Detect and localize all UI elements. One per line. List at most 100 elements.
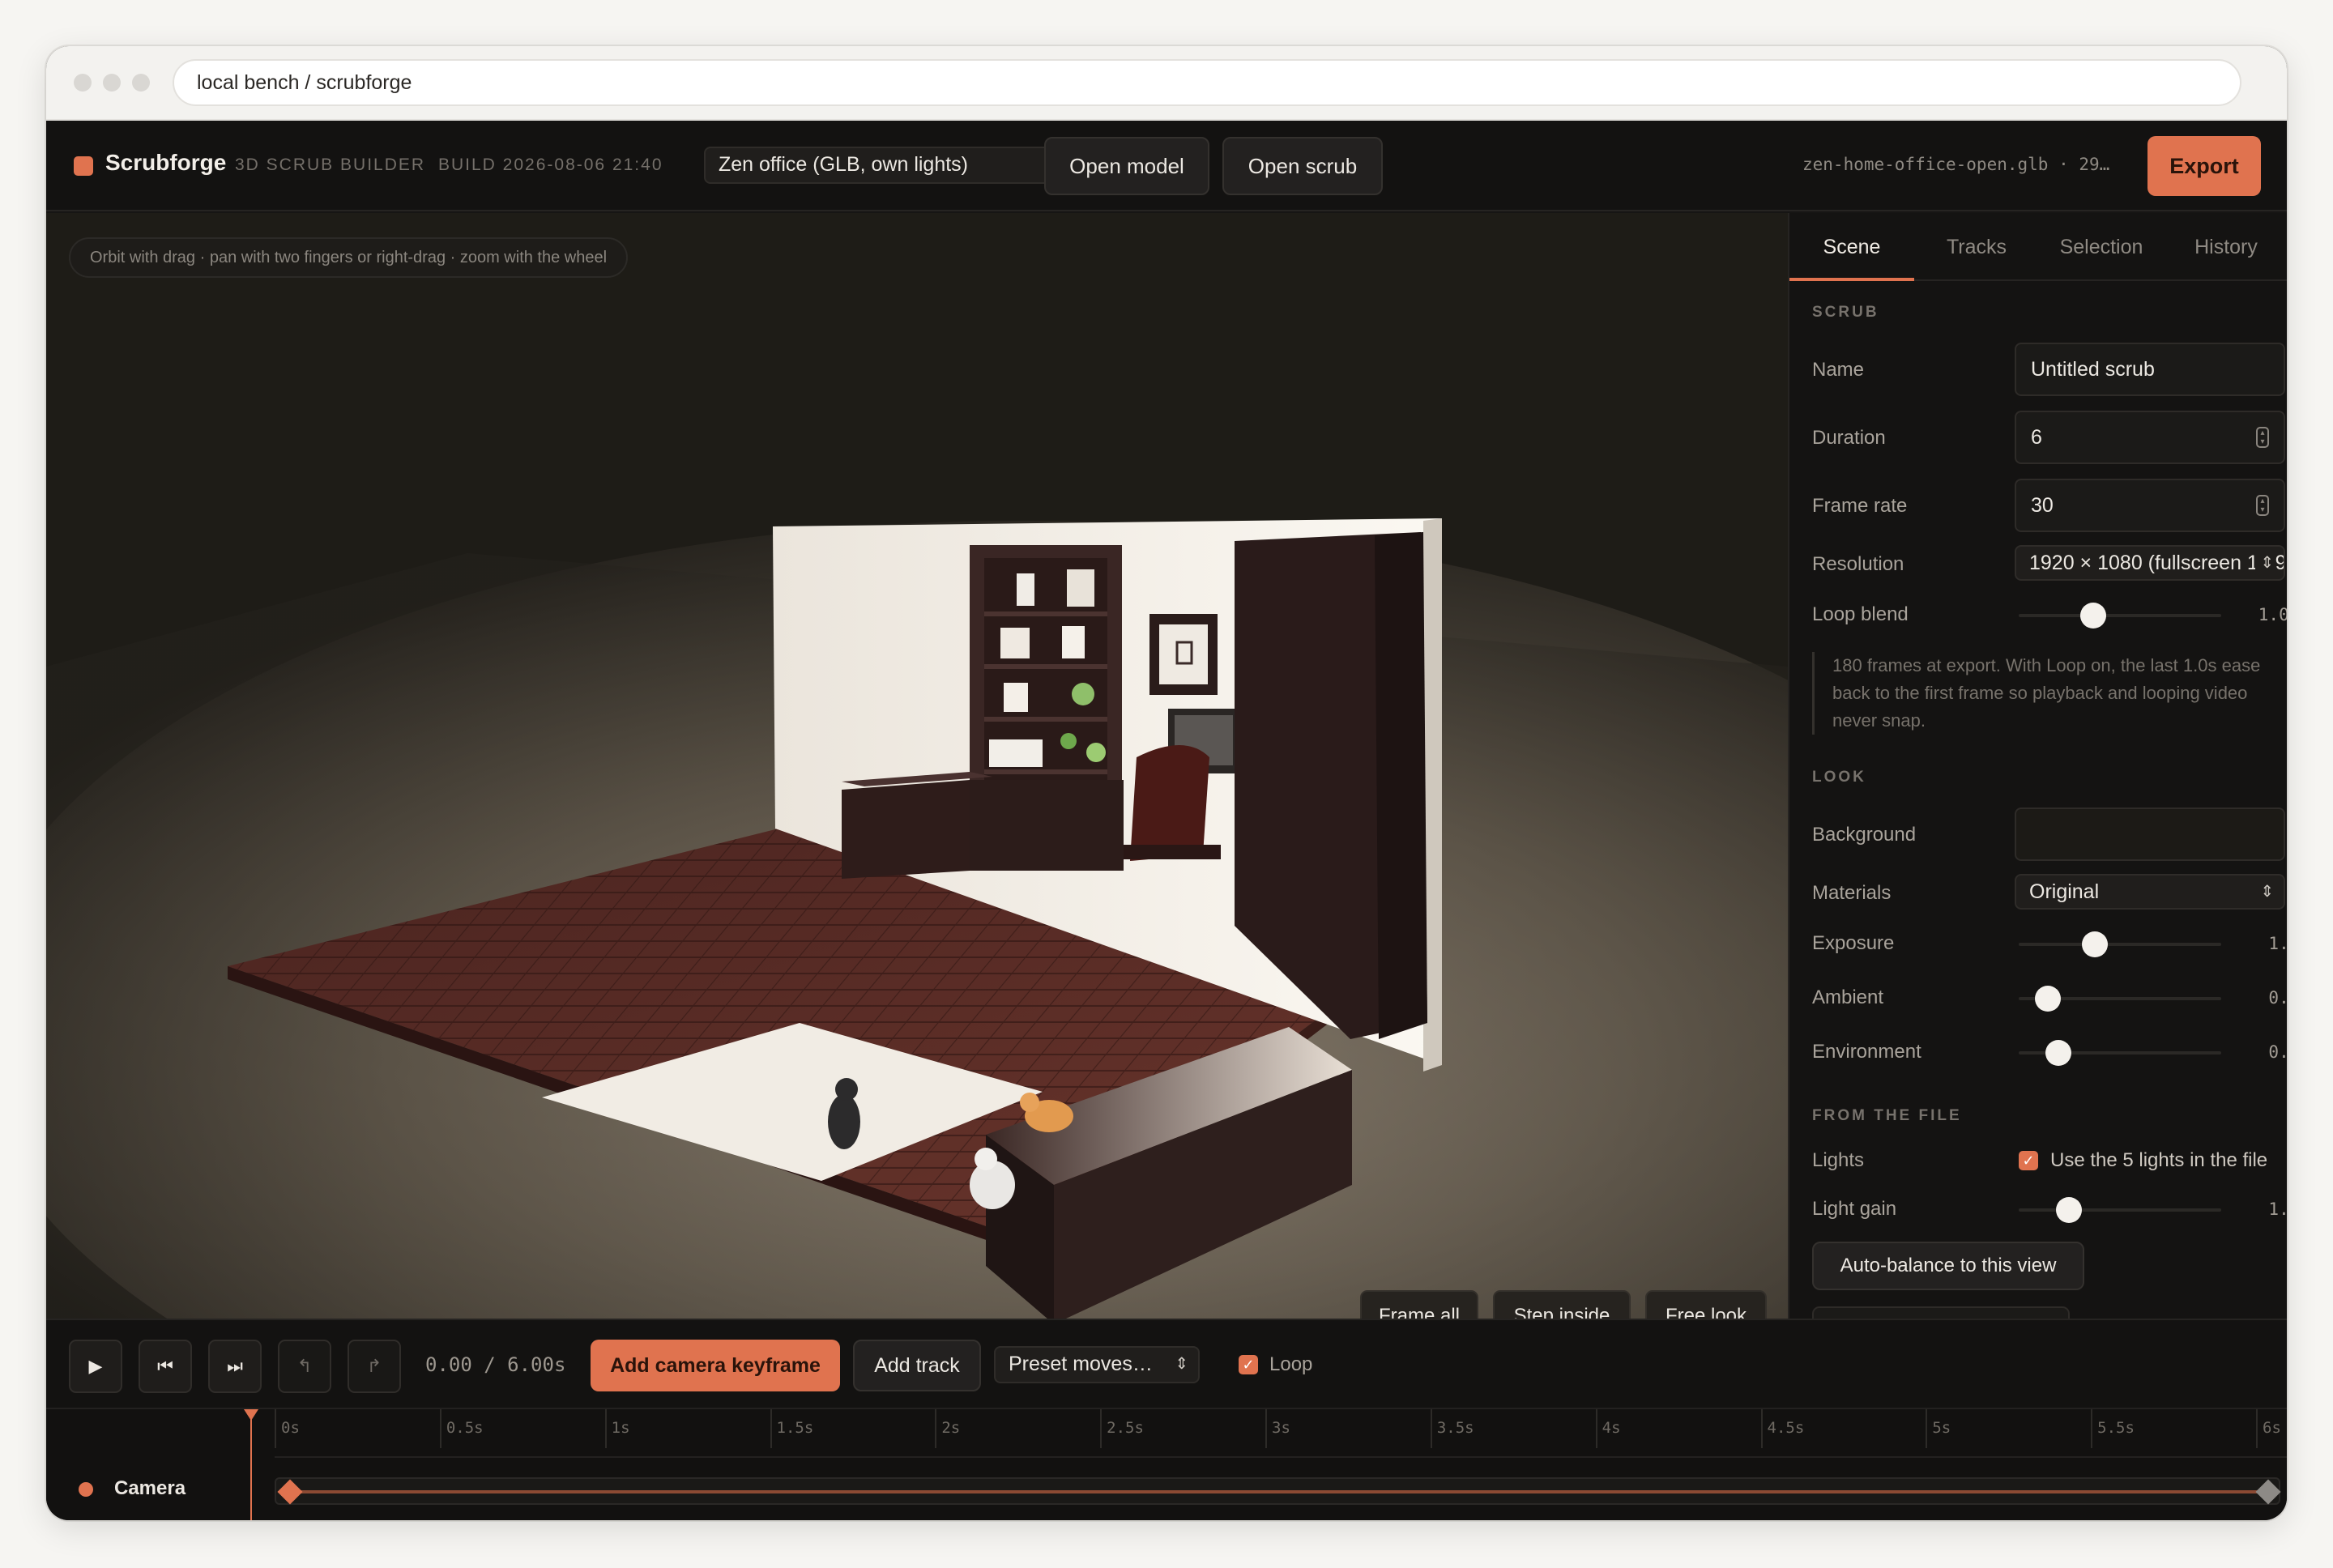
inspector-panel: Scene Tracks Selection History SCRUB Nam… [1788, 213, 2287, 1319]
browser-window: local bench / scrubforge Scrubforge 3D S… [46, 46, 2287, 1520]
app-header: Scrubforge 3D SCRUB BUILDER BUILD 2026-0… [46, 121, 2287, 211]
playhead-handle[interactable] [244, 1409, 258, 1421]
exposure-value: 1.15 [2268, 934, 2287, 953]
panel-tabs: Scene Tracks Selection History [1789, 213, 2287, 281]
ruler-tick: 4.5s [1760, 1409, 1804, 1448]
slider-thumb[interactable] [2082, 931, 2109, 957]
open-model-button[interactable]: Open model [1044, 137, 1209, 195]
stepper-icon[interactable]: ▴ ▾ [2256, 495, 2269, 516]
model-select-value: Zen office (GLB, own lights) [719, 153, 969, 176]
skip-start-icon[interactable]: ⏮ [139, 1340, 192, 1393]
frame-all-button[interactable]: Frame all [1360, 1290, 1478, 1319]
ambient-slider[interactable] [2019, 986, 2221, 1012]
materials-value: Original [2029, 880, 2100, 903]
app-name: Scrubforge [105, 150, 227, 175]
lights-checkbox-label: Use the 5 lights in the file [2050, 1149, 2268, 1171]
build-label: BUILD 2026-08-06 21:40 [438, 156, 663, 174]
duration-input[interactable]: 6 ▴ ▾ [2015, 411, 2285, 464]
select-chevron-icon: ⇕ [2260, 883, 2274, 901]
slider-thumb[interactable] [2055, 1197, 2082, 1223]
section-scrub: SCRUB [1812, 304, 1879, 321]
ruler-tick: 6s [2256, 1409, 2281, 1448]
ruler-tick: 3.5s [1430, 1409, 1474, 1448]
tab-scene[interactable]: Scene [1789, 213, 1914, 281]
playhead[interactable] [250, 1409, 252, 1520]
slider-thumb[interactable] [2034, 986, 2061, 1012]
transport-bar: ▶ ⏮ ⏭ ↰ ↱ 0.00 / 6.00s Add camera keyfra… [46, 1319, 2287, 1408]
tab-history[interactable]: History [2164, 213, 2287, 281]
model-select[interactable]: Zen office (GLB, own lights) ⇕ [704, 147, 1077, 184]
loopblend-slider[interactable] [2019, 603, 2221, 628]
stepper-icon[interactable]: ▴ ▾ [2256, 427, 2269, 448]
preset-moves-select[interactable]: Preset moves… ⇕ [994, 1346, 1200, 1383]
scene-render [46, 213, 1788, 1319]
exposure-slider[interactable] [2019, 931, 2221, 957]
keyframe-diamond[interactable] [277, 1479, 303, 1505]
window-close-dot[interactable] [74, 74, 92, 92]
add-track-button[interactable]: Add track [853, 1340, 981, 1391]
open-scrub-button[interactable]: Open scrub [1222, 137, 1383, 195]
background-label: Background [1812, 824, 1917, 846]
section-look: LOOK [1812, 769, 1866, 786]
address-bar[interactable]: local bench / scrubforge [173, 59, 2241, 106]
lights-checkbox[interactable]: ✓ [2019, 1151, 2038, 1170]
skip-end-icon[interactable]: ⏭ [208, 1340, 262, 1393]
background-color-swatch[interactable] [2015, 807, 2285, 861]
ambient-value: 0.08 [2268, 988, 2287, 1008]
3d-viewport[interactable]: Orbit with drag · pan with two fingers o… [46, 213, 1788, 1319]
ruler-tick: 0.5s [439, 1409, 484, 1448]
light-gain-value: 1.00 [2268, 1199, 2287, 1219]
export-button[interactable]: Export [2147, 136, 2261, 196]
framerate-input[interactable]: 30 ▴ ▾ [2015, 479, 2285, 532]
timeline[interactable]: 0s 0.5s 1s 1.5s 2s 2.5s 3s 3.5s 4s 4.5s 5s 5.5s 6s C… [46, 1408, 2287, 1520]
window-maximize-dot[interactable] [132, 74, 150, 92]
redo-icon[interactable]: ↱ [348, 1340, 401, 1393]
name-input[interactable]: Untitled scrub [2015, 343, 2285, 396]
play-icon[interactable]: ▶ [69, 1340, 122, 1393]
ruler-tick: 1s [604, 1409, 630, 1448]
loopblend-label: Loop blend [1812, 603, 1909, 625]
track-color-dot [79, 1482, 93, 1497]
loop-checkbox[interactable]: ✓ [1239, 1355, 1258, 1374]
duration-label: Duration [1812, 427, 1886, 449]
ruler-tick: 2s [935, 1409, 960, 1448]
slider-thumb[interactable] [2045, 1040, 2071, 1066]
viewport-hint: Orbit with drag · pan with two fingers o… [69, 237, 629, 278]
lights-label: Lights [1812, 1149, 1865, 1171]
undo-icon[interactable]: ↰ [278, 1340, 331, 1393]
materials-label: Materials [1812, 882, 1892, 904]
free-look-button[interactable]: Free look [1645, 1290, 1767, 1319]
add-camera-keyframe-button[interactable]: Add camera keyframe [591, 1340, 840, 1391]
environment-value: 0.30 [2268, 1042, 2287, 1062]
select-chevron-icon: ⇕ [2255, 547, 2274, 579]
window-minimize-dot[interactable] [103, 74, 121, 92]
ruler-tick: 4s [1595, 1409, 1621, 1448]
ruler-tick: 1.5s [770, 1409, 813, 1448]
section-from-file: FROM THE FILE [1812, 1107, 1962, 1124]
tab-selection[interactable]: Selection [2039, 213, 2164, 281]
time-ruler[interactable]: 0s 0.5s 1s 1.5s 2s 2.5s 3s 3.5s 4s 4.5s 5s 5.5s 6s [275, 1409, 2287, 1458]
name-label: Name [1812, 359, 1865, 381]
next-button-partial[interactable] [1812, 1306, 2070, 1319]
resolution-select[interactable]: 1920 × 1080 (fullscreen 16:9) ⇕ [2015, 545, 2285, 581]
ruler-tick: 5s [1926, 1409, 1951, 1448]
step-inside-button[interactable]: Step inside [1493, 1290, 1631, 1319]
loopblend-value: 1.00s [2258, 605, 2287, 624]
slider-thumb[interactable] [2080, 603, 2107, 628]
app-subtitle: 3D SCRUB BUILDER [235, 156, 426, 174]
track-curve [292, 1490, 2266, 1493]
export-note: 180 frames at export. With Loop on, the … [1812, 652, 2287, 735]
materials-select[interactable]: Original ⇕ [2015, 874, 2285, 910]
environment-slider[interactable] [2019, 1040, 2221, 1066]
ambient-label: Ambient [1812, 986, 1884, 1008]
camera-track-lane[interactable] [275, 1477, 2281, 1505]
exposure-label: Exposure [1812, 932, 1895, 954]
brand-logo-icon [74, 156, 93, 176]
light-gain-slider[interactable] [2019, 1197, 2221, 1223]
ruler-tick: 2.5s [1100, 1409, 1144, 1448]
ruler-tick: 5.5s [2091, 1409, 2135, 1448]
keyframe-diamond[interactable] [2255, 1479, 2281, 1505]
browser-chrome: local bench / scrubforge [46, 46, 2287, 121]
auto-balance-button[interactable]: Auto-balance to this view [1812, 1242, 2084, 1290]
tab-tracks[interactable]: Tracks [1914, 213, 2039, 281]
